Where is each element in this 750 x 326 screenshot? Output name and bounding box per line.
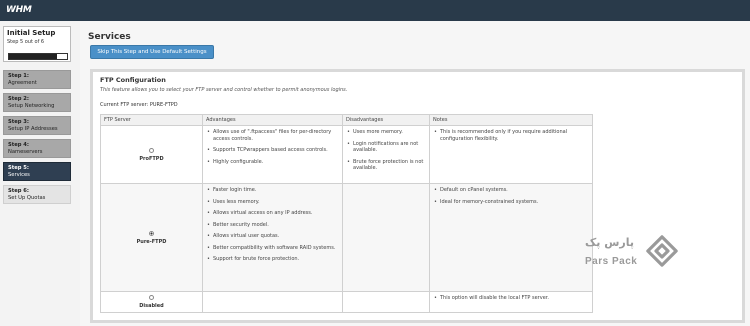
sidebar-step-label: Nameservers [8, 149, 43, 155]
sidebar-step-label: Agreement [8, 80, 37, 86]
watermark-persian-text: پارس پک [585, 236, 634, 249]
parspack-logo-icon [646, 235, 678, 267]
list-item: Support for brute force protection. [206, 256, 339, 263]
column-header-disadvantages: Disadvantages [342, 114, 430, 126]
list-item: Login notifications are not available. [346, 141, 426, 154]
column-header-notes: Notes [429, 114, 593, 126]
list-item: Better security model. [206, 222, 339, 229]
table-row: Pure-FTPD Faster login time. Uses less mem… [100, 183, 593, 292]
disadvantages-cell: Uses more memory. Login notifications are… [342, 125, 430, 184]
advantages-cell [202, 291, 343, 313]
advantages-list: Faster login time. Uses less memory. Allow… [206, 187, 339, 263]
list-item: Allows use of ".ftpaccess" files for per… [206, 129, 339, 142]
list-item: Brute force protection is not available. [346, 159, 426, 172]
skip-step-button[interactable]: Skip This Step and Use Default Settings [90, 45, 214, 59]
ftp-server-table: FTP Server Advantages Disadvantages Note… [100, 114, 593, 313]
sidebar-step-label: Set Up Quotas [8, 195, 46, 201]
list-item: Supports TCPwrappers based access contro… [206, 147, 339, 154]
setup-progress-fill [9, 54, 58, 59]
disadvantages-cell [342, 291, 430, 313]
disadvantages-cell [342, 183, 430, 292]
ftp-config-description: This feature allows you to select your F… [100, 87, 348, 93]
ftp-server-cell: Disabled [100, 291, 203, 313]
ftp-server-cell: Pure-FTPD [100, 183, 203, 292]
sidebar-step-4[interactable]: Step 4: Nameservers [3, 139, 71, 158]
list-item: Allows virtual access on any IP address. [206, 210, 339, 217]
sidebar: Initial Setup Step 5 out of 6 Step 1: Agr… [0, 21, 80, 326]
sidebar-step-2[interactable]: Step 2: Setup Networking [3, 93, 71, 112]
notes-list: This is recommended only if you require … [433, 129, 589, 142]
list-item: Default on cPanel systems. [433, 187, 589, 194]
ftp-server-name: Pure-FTPD [136, 238, 167, 245]
list-item: Better compatibility with software RAID … [206, 245, 339, 252]
main-content: Services Skip This Step and Use Default … [80, 21, 750, 326]
sidebar-step-label: Setup IP Addresses [8, 126, 58, 132]
list-item: Uses less memory. [206, 199, 339, 206]
advantages-cell: Allows use of ".ftpaccess" files for per… [202, 125, 343, 184]
disadvantages-list: Uses more memory. Login notifications are… [346, 129, 426, 172]
setup-step-count: Step 5 out of 6 [7, 39, 45, 45]
watermark-english-text: Pars Pack [585, 256, 638, 267]
notes-cell: Default on cPanel systems. Ideal for memo… [429, 183, 593, 292]
sidebar-step-number: Step 5: [8, 165, 29, 171]
notes-list: This option will disable the local FTP s… [433, 295, 589, 302]
sidebar-step-label: Setup Networking [8, 103, 55, 109]
ftp-server-name: ProFTPD [139, 155, 164, 162]
ftp-server-radio[interactable] [149, 230, 154, 236]
sidebar-step-number: Step 2: [8, 96, 29, 102]
sidebar-step-number: Step 6: [8, 188, 29, 194]
setup-title: Initial Setup [7, 29, 56, 37]
current-ftp-server: Current FTP server: PURE-FTPD [100, 102, 178, 108]
list-item: Uses more memory. [346, 129, 426, 136]
column-header-ftp-server: FTP Server [100, 114, 203, 126]
table-row: Disabled This option will disable the loc… [100, 291, 593, 313]
list-item: This is recommended only if you require … [433, 129, 589, 142]
list-item: This option will disable the local FTP s… [433, 295, 589, 302]
notes-cell: This option will disable the local FTP s… [429, 291, 593, 313]
sidebar-step-label: Services [8, 172, 30, 178]
sidebar-step-number: Step 3: [8, 119, 29, 125]
list-item: Faster login time. [206, 187, 339, 194]
sidebar-step-6[interactable]: Step 6: Set Up Quotas [3, 185, 71, 204]
ftp-configuration-panel: FTP Configuration This feature allows yo… [90, 69, 745, 323]
sidebar-step-number: Step 1: [8, 73, 29, 79]
sidebar-step-3[interactable]: Step 3: Setup IP Addresses [3, 116, 71, 135]
top-bar: WHM [0, 0, 750, 21]
sidebar-step-5[interactable]: Step 5: Services [3, 162, 71, 181]
list-item: Allows virtual user quotas. [206, 233, 339, 240]
sidebar-step-1[interactable]: Step 1: Agreement [3, 70, 71, 89]
ftp-config-title: FTP Configuration [100, 76, 166, 84]
setup-progress-bar [8, 53, 68, 60]
advantages-list: Allows use of ".ftpaccess" files for per… [206, 129, 339, 165]
list-item: Ideal for memory-constrained systems. [433, 199, 589, 206]
notes-list: Default on cPanel systems. Ideal for memo… [433, 187, 589, 205]
ftp-server-cell: ProFTPD [100, 125, 203, 184]
ftp-server-name: Disabled [139, 303, 164, 309]
page-title: Services [88, 32, 131, 42]
whm-logo[interactable]: WHM [6, 5, 32, 16]
column-header-advantages: Advantages [202, 114, 343, 126]
setup-progress-box: Initial Setup Step 5 out of 6 [3, 26, 71, 62]
notes-cell: This is recommended only if you require … [429, 125, 593, 184]
ftp-server-radio[interactable] [149, 295, 154, 300]
sidebar-step-number: Step 4: [8, 142, 29, 148]
list-item: Highly configurable. [206, 159, 339, 166]
ftp-server-radio[interactable] [149, 147, 154, 153]
advantages-cell: Faster login time. Uses less memory. Allow… [202, 183, 343, 292]
table-row: ProFTPD Allows use of ".ftpaccess" files … [100, 125, 593, 184]
